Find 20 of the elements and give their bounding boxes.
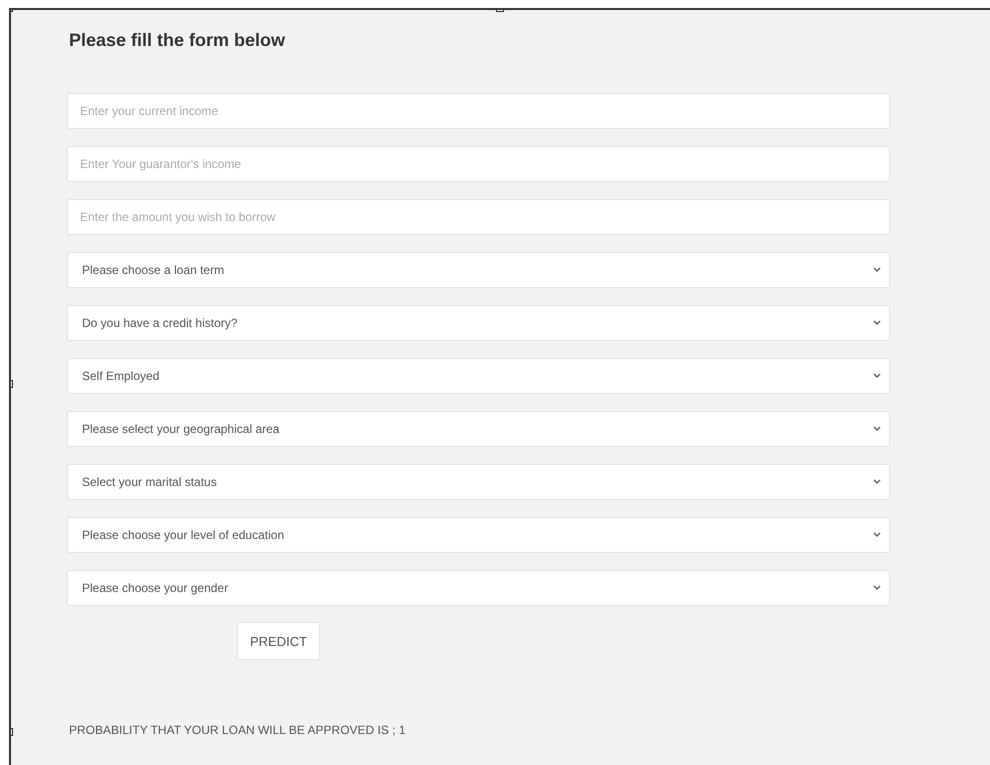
text-field[interactable]: Enter your current income	[67, 93, 890, 129]
chevron-down-icon	[873, 532, 881, 538]
dropdown[interactable]: Please choose your gender	[67, 570, 890, 606]
result-text: PROBABILITY THAT YOUR LOAN WILL BE APPROVED IS ; 1	[69, 723, 407, 737]
dropdown[interactable]: Do you have a credit history?	[67, 305, 890, 341]
text-field[interactable]: Enter Your guarantor's income	[67, 146, 890, 182]
chevron-down-icon	[873, 320, 881, 326]
chevron-down-icon	[873, 267, 881, 273]
dropdown[interactable]: Please select your geographical area	[67, 411, 890, 447]
chevron-down-icon	[873, 426, 881, 432]
text-field[interactable]: Enter the amount you wish to borrow	[67, 199, 890, 235]
chevron-down-icon	[873, 479, 881, 485]
predict-button[interactable]: PREDICT	[237, 622, 320, 660]
chevron-down-icon	[873, 373, 881, 379]
dropdown[interactable]: Select your marital status	[67, 464, 890, 500]
form-title: Please fill the form below	[69, 30, 286, 51]
dropdown[interactable]: Please choose a loan term	[67, 252, 890, 288]
dropdown[interactable]: Self Employed	[67, 358, 890, 394]
dropdown[interactable]: Please choose your level of education	[67, 517, 890, 553]
chevron-down-icon	[873, 585, 881, 591]
